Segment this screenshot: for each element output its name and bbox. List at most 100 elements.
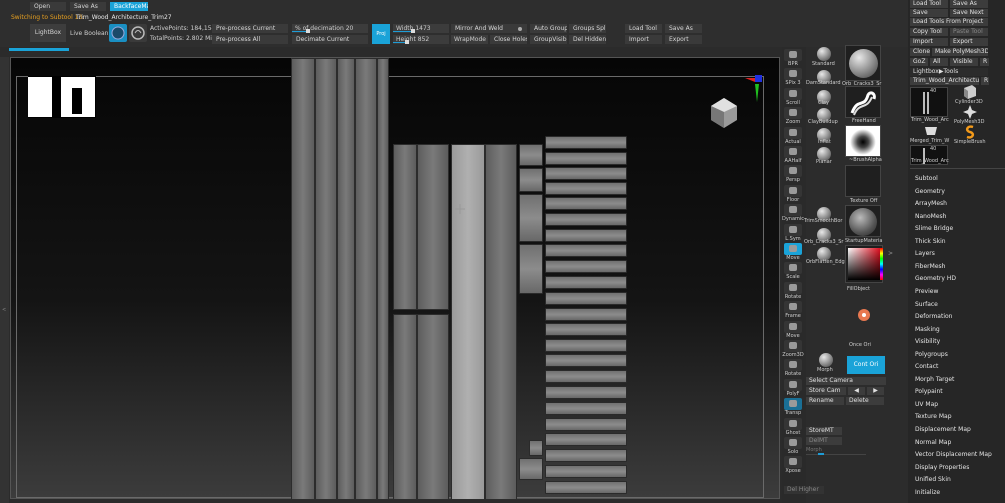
shelf-button-4[interactable] [784,126,802,139]
current-tool-r-button[interactable]: R [981,77,989,85]
shelf-button-6[interactable] [784,165,802,178]
shelf-button-12[interactable] [784,281,802,294]
menu-item-geometry[interactable]: Geometry [915,188,945,195]
menu-item-morph-target[interactable]: Morph Target [915,376,954,383]
menu-item-polypaint[interactable]: Polypaint [915,388,943,395]
save-next-button[interactable]: Save Next [950,9,988,17]
storemt-button[interactable]: StoreMT [806,427,842,435]
menu-item-slime-bridge[interactable]: Slime Bridge [915,225,953,232]
import-button[interactable]: Import [625,35,662,44]
color-picker[interactable] [845,245,883,283]
store-cam-button[interactable]: Store Cam [806,387,846,395]
decimation-slider[interactable]: % of decimation 20 [292,24,368,33]
auto-groups-button[interactable]: Auto Groups [530,24,567,33]
shelf-button-18[interactable] [784,398,802,411]
shelf-button-21[interactable] [784,456,802,469]
donut-icon[interactable] [858,309,870,321]
spotlight-icon[interactable] [109,24,127,42]
left-tray[interactable]: < [0,57,9,503]
load-from-project-button[interactable]: Load Tools From Project [910,18,988,26]
morph-icon[interactable] [819,353,833,367]
menu-item-masking[interactable]: Masking [915,326,940,333]
decimate-current-button[interactable]: Decimate Current [292,35,368,44]
group-visible-button[interactable]: GroupVisible [530,35,567,44]
shelf-button-0[interactable] [784,49,802,61]
color-gradient[interactable] [848,248,880,280]
shelf-button-2[interactable] [784,87,802,100]
menu-item-displacement-map[interactable]: Displacement Map [915,426,971,433]
current-brush-tile[interactable] [845,45,881,81]
all-button[interactable]: All [930,58,948,66]
panel-collapse-icon[interactable]: > [888,250,893,257]
menu-item-layers[interactable]: Layers [915,250,935,257]
menu-item-vector-displacement-map[interactable]: Vector Displacement Map [915,451,992,458]
menu-item-uv-map[interactable]: UV Map [915,401,938,408]
lightbox-button[interactable]: LightBox [30,24,66,42]
del-higher-button[interactable]: Del Higher [784,486,824,494]
menu-item-initialize[interactable]: Initialize [915,489,940,496]
load-tool-panel-button[interactable]: Load Tool [910,0,948,8]
menu-item-surface[interactable]: Surface [915,301,938,308]
shelf-button-19[interactable] [784,417,802,430]
width-slider[interactable]: Width 1473 [393,24,449,33]
cam-next-button[interactable]: ▶ [867,387,884,395]
del-hidden-button[interactable]: Del Hidden [569,35,606,44]
shelf-button-10[interactable] [784,243,802,255]
live-boolean-button[interactable]: Live Boolean [70,30,108,37]
morph-slider[interactable]: Morph [806,447,866,455]
rotation-orb-icon[interactable] [707,96,741,130]
shelf-button-3[interactable] [784,107,802,120]
material-tile[interactable] [845,205,881,237]
wrapmode-slider[interactable]: WrapMode 0 [451,35,488,44]
lightbox-tools-button[interactable]: Lightbox▶Tools [910,68,988,76]
menu-item-texture-map[interactable]: Texture Map [915,413,952,420]
fillobject-label[interactable]: FillObject [847,286,870,292]
menu-item-geometry-hd[interactable]: Geometry HD [915,275,956,282]
menu-item-visibility[interactable]: Visibility [915,338,940,345]
cam-prev-button[interactable]: ◀ [848,387,865,395]
menu-item-contact[interactable]: Contact [915,363,938,370]
shelf-button-17[interactable] [784,378,802,391]
shelf-button-7[interactable] [784,184,802,197]
rename-button[interactable]: Rename [806,397,844,405]
r-button[interactable]: R [980,58,989,66]
menu-item-deformation[interactable]: Deformation [915,313,952,320]
groups-split-button[interactable]: Groups Split [569,24,606,33]
visible-button[interactable]: Visible [950,58,978,66]
shelf-button-13[interactable] [784,301,802,314]
backface-mask-button[interactable]: BackfaceMask [110,2,148,11]
save-as-tool-button[interactable]: Save As [665,24,702,33]
delete-button[interactable]: Delete [846,397,884,405]
save-as-panel-button[interactable]: Save As [950,0,988,8]
merged-tool-icon[interactable] [924,125,938,137]
menu-item-fibermesh[interactable]: FiberMesh [915,263,945,270]
menu-item-display-properties[interactable]: Display Properties [915,464,969,471]
mirror-and-weld-button[interactable]: Mirror And Weld [451,24,527,33]
preprocess-all-button[interactable]: Pre-process All [212,35,288,44]
menu-item-unified-skin[interactable]: Unified Skin [915,476,951,483]
delmt-button[interactable]: DelMT [806,437,842,445]
simple-brush-icon[interactable] [964,125,976,139]
menu-item-nanomesh[interactable]: NanoMesh [915,213,946,220]
menu-item-polygroups[interactable]: Polygroups [915,351,948,358]
tool-thumb[interactable] [910,87,948,117]
save-button[interactable]: Save [910,9,948,17]
open-button[interactable]: Open [30,2,66,11]
polymesh-star-icon[interactable] [963,105,977,119]
canvas-viewport[interactable] [10,57,780,500]
hue-strip[interactable] [880,248,883,280]
menu-item-subtool[interactable]: Subtool [915,175,938,182]
stroke-tile[interactable] [845,86,881,118]
shelf-button-20[interactable] [784,437,802,449]
shelf-button-8[interactable] [784,204,802,217]
export-panel-button[interactable]: Export [950,38,988,46]
swirl-icon[interactable] [129,24,147,42]
menu-item-normal-map[interactable]: Normal Map [915,439,951,446]
standard-brush-icon[interactable] [817,47,831,61]
shelf-button-16[interactable] [784,359,802,372]
tray-arrow-icon[interactable]: < [2,307,6,313]
goz-button[interactable]: GoZ [910,58,928,66]
shelf-button-11[interactable] [784,262,802,275]
import-panel-button[interactable]: Import [910,38,948,46]
save-as-button[interactable]: Save As [70,2,106,11]
